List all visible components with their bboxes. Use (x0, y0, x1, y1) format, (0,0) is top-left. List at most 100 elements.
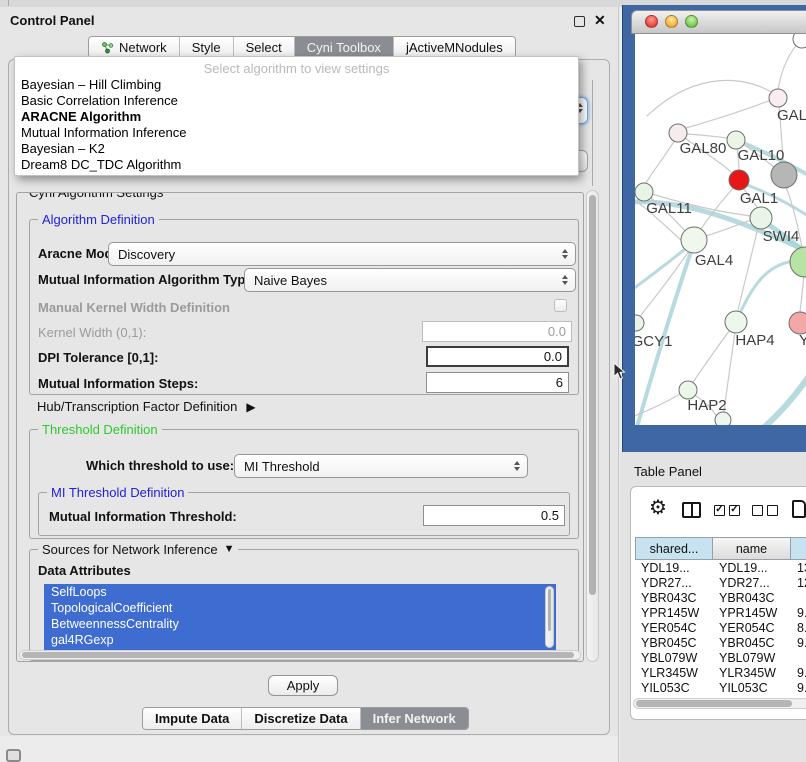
mi-threshold-field[interactable]: 0.5 (423, 505, 565, 526)
table-cell[interactable]: YBL079W (635, 651, 713, 665)
float-panel-icon[interactable] (574, 16, 585, 27)
table-cell[interactable]: YPR145W (635, 606, 713, 620)
table-cell[interactable]: 13 (791, 561, 806, 575)
network-node[interactable] (793, 34, 806, 48)
tab-infer-network[interactable]: Infer Network (361, 708, 468, 729)
apply-button[interactable]: Apply (268, 675, 338, 696)
table-row[interactable]: YLR345WYLR345W9. (635, 665, 806, 680)
data-attribute-item[interactable]: BetweennessCentrality (44, 616, 556, 632)
table-row[interactable]: YBL079WYBL079W (635, 650, 806, 665)
network-node-gal[interactable] (769, 89, 787, 107)
table-cell[interactable]: YBR045C (713, 636, 791, 650)
mi-steps-field[interactable]: 6 (426, 372, 569, 393)
scrollbar-thumb[interactable] (636, 700, 792, 707)
table-cell[interactable]: YDR27... (635, 576, 713, 590)
table-row[interactable]: YBR045CYBR045C9. (635, 635, 806, 650)
data-attributes-list[interactable]: SelfLoopsTopologicalCoefficientBetweenne… (44, 584, 556, 650)
table-hscrollbar[interactable] (633, 698, 806, 709)
network-node-y[interactable] (789, 312, 806, 334)
table-cell[interactable]: 9. (791, 666, 806, 680)
palette-icon[interactable] (6, 749, 21, 762)
expand-arrow-icon[interactable]: ▶ (246, 400, 255, 414)
table-cell[interactable]: YLR345W (713, 666, 791, 680)
table-row[interactable]: YER054CYER054C8. (635, 620, 806, 635)
tab-select[interactable]: Select (234, 37, 295, 57)
deselect-columns-icon2[interactable] (767, 505, 778, 516)
dropdown-option[interactable]: Bayesian – Hill Climbing (15, 77, 578, 93)
network-node[interactable] (715, 412, 731, 425)
data-attribute-item[interactable]: TopologicalCoefficient (44, 600, 556, 616)
column-header[interactable]: name (713, 537, 791, 560)
tab-impute-data[interactable]: Impute Data (143, 708, 242, 729)
split-panel-icon[interactable] (682, 502, 701, 518)
collapse-arrow-icon[interactable]: ▼ (224, 542, 235, 557)
new-table-icon[interactable] (792, 500, 806, 518)
dpi-tolerance-field[interactable]: 0.0 (426, 346, 569, 367)
table-cell[interactable]: 12 (791, 576, 806, 590)
table-row[interactable]: YDL19...YDL19...13 (635, 560, 806, 575)
tab-cyni-toolbox[interactable]: Cyni Toolbox (295, 37, 394, 57)
network-node-gal1[interactable] (729, 170, 749, 190)
scrollbar-thumb[interactable] (548, 589, 551, 631)
network-node[interactable] (771, 162, 797, 188)
table-cell[interactable]: YDL19... (635, 561, 713, 575)
minimize-window-button[interactable] (665, 15, 678, 28)
table-cell[interactable]: YBL079W (713, 651, 791, 665)
select-columns-icon2[interactable]: ✓ (729, 505, 740, 516)
table-cell[interactable]: YIL053C (635, 681, 713, 695)
hub-definition-row[interactable]: Hub/Transcription Factor Definition ▶ (37, 399, 256, 414)
network-node[interactable] (790, 247, 806, 277)
table-cell[interactable]: YER054C (713, 621, 791, 635)
table-row[interactable]: YBR043CYBR043C (635, 590, 806, 605)
table-cell[interactable]: YBR043C (713, 591, 791, 605)
dropdown-option[interactable]: Dream8 DC_TDC Algorithm (15, 157, 578, 173)
table-row[interactable]: YDR27...YDR27...12 (635, 575, 806, 590)
dropdown-option[interactable]: Bayesian – K2 (15, 141, 578, 157)
which-threshold-combo[interactable]: MI Threshold (234, 454, 528, 478)
deselect-columns-icon[interactable] (752, 505, 763, 516)
table-row[interactable]: YIL053CYIL053C9. (635, 680, 806, 695)
data-attribute-item[interactable]: SelfLoops (44, 584, 556, 600)
table-cell[interactable]: YDR27... (713, 576, 791, 590)
close-panel-icon[interactable]: ✕ (594, 12, 606, 29)
settings-hscrollbar[interactable] (19, 650, 581, 660)
network-node-gal4[interactable] (681, 227, 707, 253)
aracne-mode-combo[interactable]: Discovery (108, 242, 576, 266)
dropdown-option[interactable]: ARACNE Algorithm (15, 109, 578, 125)
table-cell[interactable]: 9. (791, 681, 806, 695)
settings-vscrollbar[interactable] (586, 190, 599, 662)
column-header[interactable] (791, 537, 806, 560)
network-window-titlebar[interactable] (631, 10, 806, 34)
table-cell[interactable]: YBR045C (635, 636, 713, 650)
table-cell[interactable]: 9. (791, 606, 806, 620)
tab-discretize-data[interactable]: Discretize Data (242, 708, 360, 729)
kernel-width-field[interactable]: 0.0 (422, 321, 572, 342)
close-window-button[interactable] (645, 15, 658, 28)
sources-group-title-row[interactable]: Sources for Network Inference ▼ (38, 542, 238, 557)
network-node-gcy1[interactable] (635, 315, 644, 331)
table-cell[interactable]: YER054C (635, 621, 713, 635)
network-canvas[interactable]: GALGAL80GAL10GAL1GAL11SWI4GAL4GCY1HAP4YH… (635, 34, 806, 425)
table-cell[interactable]: YPR145W (713, 606, 791, 620)
manual-kernel-checkbox[interactable] (554, 299, 567, 312)
table-cell[interactable]: YIL053C (713, 681, 791, 695)
mi-type-combo[interactable]: Naive Bayes (244, 268, 576, 292)
select-columns-icon[interactable]: ✓ (714, 505, 725, 516)
attributes-scrollbar[interactable] (545, 586, 554, 648)
network-node-swi4[interactable] (750, 207, 772, 229)
table-cell[interactable]: YDL19... (713, 561, 791, 575)
table-cell[interactable]: YBR043C (635, 591, 713, 605)
tab-style[interactable]: Style (180, 37, 234, 57)
network-node-hap4[interactable] (725, 311, 747, 333)
scrollbar-thumb[interactable] (589, 195, 596, 595)
scrollbar-thumb[interactable] (22, 652, 574, 658)
table-cell[interactable]: 8. (791, 621, 806, 635)
zoom-window-button[interactable] (685, 15, 698, 28)
dropdown-option[interactable]: Basic Correlation Inference (15, 93, 578, 109)
tab-network[interactable]: Network (89, 37, 180, 57)
table-cell[interactable]: YLR345W (635, 666, 713, 680)
gear-icon[interactable]: ⚙ (649, 495, 667, 520)
column-header[interactable]: shared... (635, 537, 713, 560)
data-attribute-item[interactable]: gal4RGexp (44, 632, 556, 648)
table-row[interactable]: YPR145WYPR145W9. (635, 605, 806, 620)
